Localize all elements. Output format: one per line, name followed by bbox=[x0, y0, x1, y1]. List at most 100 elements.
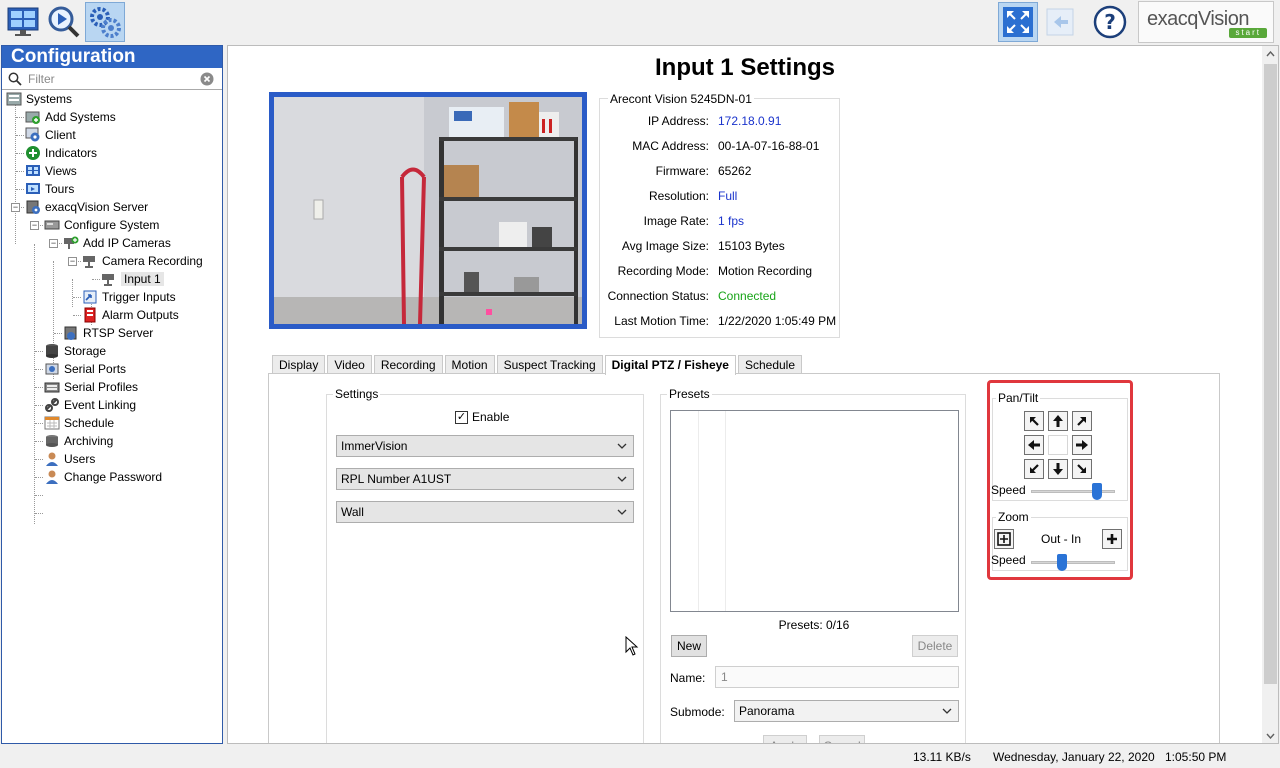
scrollbar-thumb[interactable] bbox=[1264, 64, 1277, 684]
name-label: Name: bbox=[670, 671, 706, 685]
group-title: Pan/Tilt bbox=[996, 391, 1041, 405]
tab-suspect-tracking[interactable]: Suspect Tracking bbox=[496, 355, 603, 374]
tree-item-tours[interactable]: Tours bbox=[25, 180, 74, 198]
mouse-cursor-icon bbox=[625, 636, 639, 656]
camera-info-group: Arecont Vision 5245DN-01 IP Address: 172… bbox=[599, 92, 840, 338]
info-row-avg-image-size: Avg Image Size: 15103 Bytes bbox=[600, 239, 840, 255]
info-value: 1 fps bbox=[718, 214, 745, 228]
tree-item-alarm-outputs[interactable]: Alarm Outputs bbox=[82, 306, 179, 324]
tree-item-systems[interactable]: Systems bbox=[6, 90, 72, 108]
info-key: IP Address: bbox=[647, 114, 709, 128]
tree-item-change-password[interactable]: Change Password bbox=[44, 468, 162, 486]
storage-icon bbox=[44, 343, 60, 359]
tab-video[interactable]: Video bbox=[327, 355, 372, 374]
expander-configure-system[interactable]: − bbox=[30, 221, 39, 230]
pan-down-right-button[interactable] bbox=[1072, 459, 1092, 479]
tab-display[interactable]: Display bbox=[272, 355, 326, 374]
mount-dropdown[interactable]: Wall bbox=[336, 501, 634, 523]
scroll-up-icon[interactable] bbox=[1266, 51, 1275, 57]
tab-motion[interactable]: Motion bbox=[444, 355, 495, 374]
expander-camera-recording[interactable]: − bbox=[68, 257, 77, 266]
tree-item-archiving[interactable]: Archiving bbox=[44, 432, 113, 450]
help-button[interactable]: ? bbox=[1090, 2, 1130, 42]
tree-item-trigger-inputs[interactable]: Trigger Inputs bbox=[82, 288, 176, 306]
presets-list[interactable] bbox=[670, 410, 959, 612]
rpl-dropdown[interactable]: RPL Number A1UST bbox=[336, 468, 634, 490]
configure-system-icon bbox=[44, 217, 60, 233]
preset-name-input[interactable]: 1 bbox=[715, 666, 959, 688]
tab-recording[interactable]: Recording bbox=[373, 355, 443, 374]
lens-dropdown[interactable]: ImmerVision bbox=[336, 435, 634, 457]
info-row-recording-mode: Recording Mode: Motion Recording bbox=[600, 264, 840, 280]
tree-label: Schedule bbox=[64, 416, 115, 430]
tree-label: Alarm Outputs bbox=[102, 308, 179, 322]
fullscreen-button[interactable] bbox=[998, 2, 1038, 42]
enable-checkbox[interactable]: ✓ Enable bbox=[455, 410, 509, 424]
pan-right-button[interactable] bbox=[1072, 435, 1092, 455]
pan-speed-track[interactable] bbox=[1031, 490, 1115, 493]
tree-item-camera-recording[interactable]: Camera Recording bbox=[82, 252, 203, 270]
tree-item-add-systems[interactable]: Add Systems bbox=[25, 108, 116, 126]
tree-item-storage[interactable]: Storage bbox=[44, 342, 106, 360]
filter-input[interactable] bbox=[26, 71, 196, 87]
search-icon bbox=[8, 72, 22, 86]
tree-item-views[interactable]: Views bbox=[25, 162, 77, 180]
camera-preview bbox=[269, 92, 587, 329]
group-title: Presets bbox=[667, 387, 712, 401]
status-bar: 13.11 KB/s Wednesday, January 22, 2020 1… bbox=[0, 744, 1280, 768]
tree-item-input-1[interactable]: Input 1 bbox=[101, 270, 164, 288]
live-view-button[interactable] bbox=[3, 2, 43, 42]
scroll-down-icon[interactable] bbox=[1266, 733, 1275, 739]
info-key: Last Motion Time: bbox=[614, 314, 709, 328]
server-icon bbox=[25, 199, 41, 215]
presets-count-value: 0/16 bbox=[826, 618, 850, 632]
tree-item-exacqvision-server[interactable]: exacqVision Server bbox=[25, 198, 148, 216]
pan-down-left-button[interactable] bbox=[1024, 459, 1044, 479]
tree-item-add-ip-cameras[interactable]: Add IP Cameras bbox=[63, 234, 171, 252]
tree-item-serial-profiles[interactable]: Serial Profiles bbox=[44, 378, 138, 396]
zoom-in-button[interactable] bbox=[1102, 529, 1122, 549]
tree-item-indicators[interactable]: Indicators bbox=[25, 144, 97, 162]
pan-up-button[interactable] bbox=[1048, 411, 1068, 431]
panel-arrow-icon bbox=[1046, 8, 1074, 36]
info-value: Connected bbox=[718, 289, 777, 303]
tree-item-users[interactable]: Users bbox=[44, 450, 95, 468]
configuration-button[interactable] bbox=[85, 2, 125, 42]
search-button[interactable] bbox=[44, 2, 84, 42]
tree-item-schedule[interactable]: Schedule bbox=[44, 414, 114, 432]
tree-label: Input 1 bbox=[121, 272, 164, 286]
tree-label: Add Systems bbox=[45, 110, 116, 124]
tab-digital-ptz-fisheye[interactable]: Digital PTZ / Fisheye bbox=[604, 355, 736, 375]
exacqvision-logo: exacqVision start bbox=[1138, 1, 1274, 43]
zoom-speed-slider-thumb[interactable] bbox=[1056, 554, 1067, 571]
tree-label: exacqVision Server bbox=[45, 200, 149, 214]
pan-speed-slider-thumb[interactable] bbox=[1091, 483, 1102, 500]
tree-item-client[interactable]: Client bbox=[25, 126, 76, 144]
apply-button[interactable]: Apply bbox=[763, 735, 807, 743]
pan-up-left-button[interactable] bbox=[1024, 411, 1044, 431]
pan-down-button[interactable] bbox=[1048, 459, 1068, 479]
tree-item-event-linking[interactable]: Event Linking bbox=[44, 396, 136, 414]
pan-home-button[interactable] bbox=[1048, 435, 1068, 455]
info-key: MAC Address: bbox=[632, 139, 709, 153]
tree-item-rtsp-server[interactable]: RTSP Server bbox=[63, 324, 153, 342]
expander-exacqvision-server[interactable]: − bbox=[11, 203, 20, 212]
client-gear-icon bbox=[25, 127, 41, 143]
pan-up-right-button[interactable] bbox=[1072, 411, 1092, 431]
tree-item-configure-system[interactable]: Configure System bbox=[44, 216, 159, 234]
user-key-icon bbox=[44, 469, 60, 485]
tree-item-serial-ports[interactable]: Serial Ports bbox=[44, 360, 126, 378]
main-panel: Input 1 Settings Arecont Vision 5245DN-0… bbox=[227, 45, 1279, 744]
clear-filter-icon[interactable] bbox=[200, 72, 214, 86]
submode-dropdown[interactable]: Panorama bbox=[734, 700, 959, 722]
cancel-button[interactable]: Cancel bbox=[819, 735, 865, 743]
zoom-speed-track[interactable] bbox=[1031, 561, 1115, 564]
expander-add-ip-cameras[interactable]: − bbox=[49, 239, 58, 248]
new-preset-button[interactable]: New bbox=[671, 635, 707, 657]
vertical-scrollbar[interactable] bbox=[1262, 46, 1278, 743]
exit-button[interactable] bbox=[1040, 2, 1080, 42]
pan-left-button[interactable] bbox=[1024, 435, 1044, 455]
delete-preset-button[interactable]: Delete bbox=[912, 635, 958, 657]
tree-label: Event Linking bbox=[64, 398, 137, 412]
tab-schedule[interactable]: Schedule bbox=[737, 355, 803, 374]
